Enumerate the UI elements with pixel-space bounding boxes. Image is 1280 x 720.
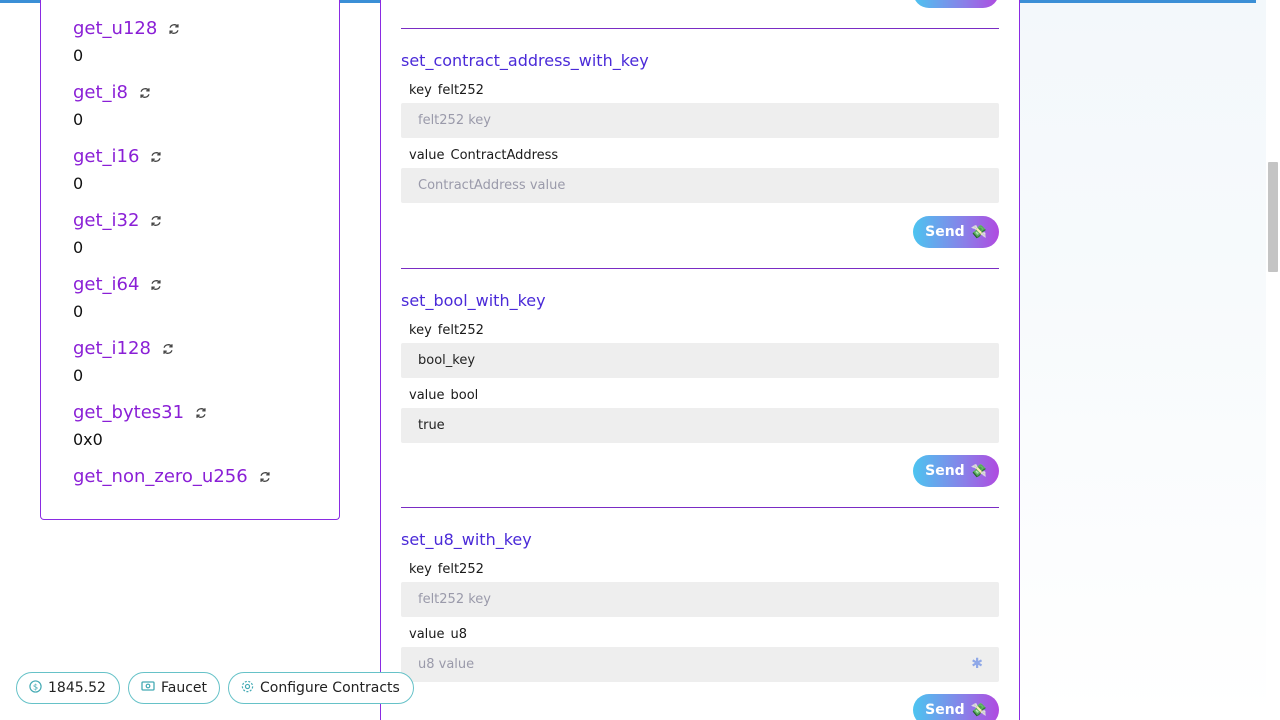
read-function-value: 0 <box>73 238 84 257</box>
read-function-name[interactable]: get_i16 <box>73 146 139 167</box>
param-name: key <box>409 83 432 98</box>
param-label: value bool <box>409 388 478 403</box>
param-label: key felt252 <box>409 323 484 338</box>
key-input[interactable]: felt252 key <box>401 103 999 138</box>
function-title: set_contract_address_with_key <box>401 51 649 70</box>
money-with-wings-icon: 💸 <box>970 702 987 718</box>
read-function-name[interactable]: get_i64 <box>73 274 139 295</box>
refresh-icon[interactable] <box>149 278 163 292</box>
money-with-wings-icon: 💸 <box>970 224 987 240</box>
balance-value: 1845.52 <box>48 680 106 696</box>
function-title: set_bool_with_key <box>401 291 546 310</box>
read-function-value: 0x0 <box>73 430 103 449</box>
value-input[interactable]: u8 value ✱ <box>401 647 999 682</box>
read-function-name[interactable]: get_non_zero_u256 <box>73 466 248 487</box>
read-function-get-i8: get_i8 0 <box>73 82 152 129</box>
read-function-value: 0 <box>73 46 84 65</box>
asterisk-icon: ✱ <box>971 656 983 672</box>
read-function-get-non-zero-u256: get_non_zero_u256 <box>73 466 272 487</box>
refresh-icon[interactable] <box>149 214 163 228</box>
send-button[interactable]: Send 💸 <box>913 216 999 248</box>
send-button[interactable]: Send 💸 <box>913 694 999 720</box>
function-divider <box>401 507 999 508</box>
refresh-icon[interactable] <box>258 470 272 484</box>
param-name: key <box>409 323 432 338</box>
function-divider <box>401 28 999 29</box>
refresh-icon[interactable] <box>194 406 208 420</box>
value-input[interactable]: true <box>401 408 999 443</box>
read-function-name[interactable]: get_i8 <box>73 82 128 103</box>
refresh-icon[interactable] <box>149 150 163 164</box>
param-type: felt252 <box>437 323 484 338</box>
read-function-get-i64: get_i64 0 <box>73 274 163 321</box>
scrollbar-track[interactable] <box>1266 0 1280 720</box>
money-with-wings-icon: 💸 <box>970 463 987 479</box>
read-function-name[interactable]: get_i128 <box>73 338 151 359</box>
read-function-get-bytes31: get_bytes31 0x0 <box>73 402 208 449</box>
key-input[interactable]: felt252 key <box>401 582 999 617</box>
param-type: felt252 <box>437 83 484 98</box>
param-label: key felt252 <box>409 562 484 577</box>
gear-icon <box>241 680 254 697</box>
read-function-get-i32: get_i32 0 <box>73 210 163 257</box>
svg-text:$: $ <box>33 681 38 691</box>
param-type: bool <box>450 388 479 403</box>
dollar-icon: $ <box>29 679 42 697</box>
send-label: Send <box>925 224 965 240</box>
faucet-label: Faucet <box>161 680 208 696</box>
read-function-get-i128: get_i128 0 <box>73 338 175 385</box>
page-background <box>1020 0 1266 720</box>
param-name: value <box>409 388 445 403</box>
key-input[interactable]: bool_key <box>401 343 999 378</box>
banknote-icon <box>141 680 155 696</box>
read-function-value: 0 <box>73 110 84 129</box>
refresh-icon[interactable] <box>161 342 175 356</box>
scrollbar-thumb[interactable] <box>1268 162 1278 272</box>
read-function-get-i16: get_i16 0 <box>73 146 163 193</box>
function-title: set_u8_with_key <box>401 530 532 549</box>
send-label: Send <box>925 463 965 479</box>
param-name: value <box>409 148 445 163</box>
configure-contracts-button[interactable]: Configure Contracts <box>228 672 414 704</box>
value-input[interactable]: ContractAddress value <box>401 168 999 203</box>
send-label: Send <box>925 702 965 718</box>
read-function-name[interactable]: get_bytes31 <box>73 402 184 423</box>
faucet-button[interactable]: Faucet <box>128 672 220 704</box>
read-function-value: 0 <box>73 366 84 385</box>
balance-pill[interactable]: $ 1845.52 <box>16 672 120 704</box>
configure-contracts-label: Configure Contracts <box>260 680 400 696</box>
value-input-placeholder: u8 value <box>418 657 475 672</box>
param-type: felt252 <box>437 562 484 577</box>
param-type: u8 <box>450 627 468 642</box>
read-function-name[interactable]: get_u128 <box>73 18 157 39</box>
param-name: value <box>409 627 445 642</box>
param-label: key felt252 <box>409 83 484 98</box>
read-function-get-u128: get_u128 0 <box>73 18 181 65</box>
param-label: value ContractAddress <box>409 148 558 163</box>
send-button-previous[interactable]: Send 💸 <box>913 0 999 8</box>
read-function-value: 0 <box>73 302 84 321</box>
param-label: value u8 <box>409 627 467 642</box>
param-name: key <box>409 562 432 577</box>
refresh-icon[interactable] <box>167 22 181 36</box>
function-divider <box>401 268 999 269</box>
send-button[interactable]: Send 💸 <box>913 455 999 487</box>
read-function-name[interactable]: get_i32 <box>73 210 139 231</box>
refresh-icon[interactable] <box>138 86 152 100</box>
param-type: ContractAddress <box>450 148 559 163</box>
read-function-value: 0 <box>73 174 84 193</box>
